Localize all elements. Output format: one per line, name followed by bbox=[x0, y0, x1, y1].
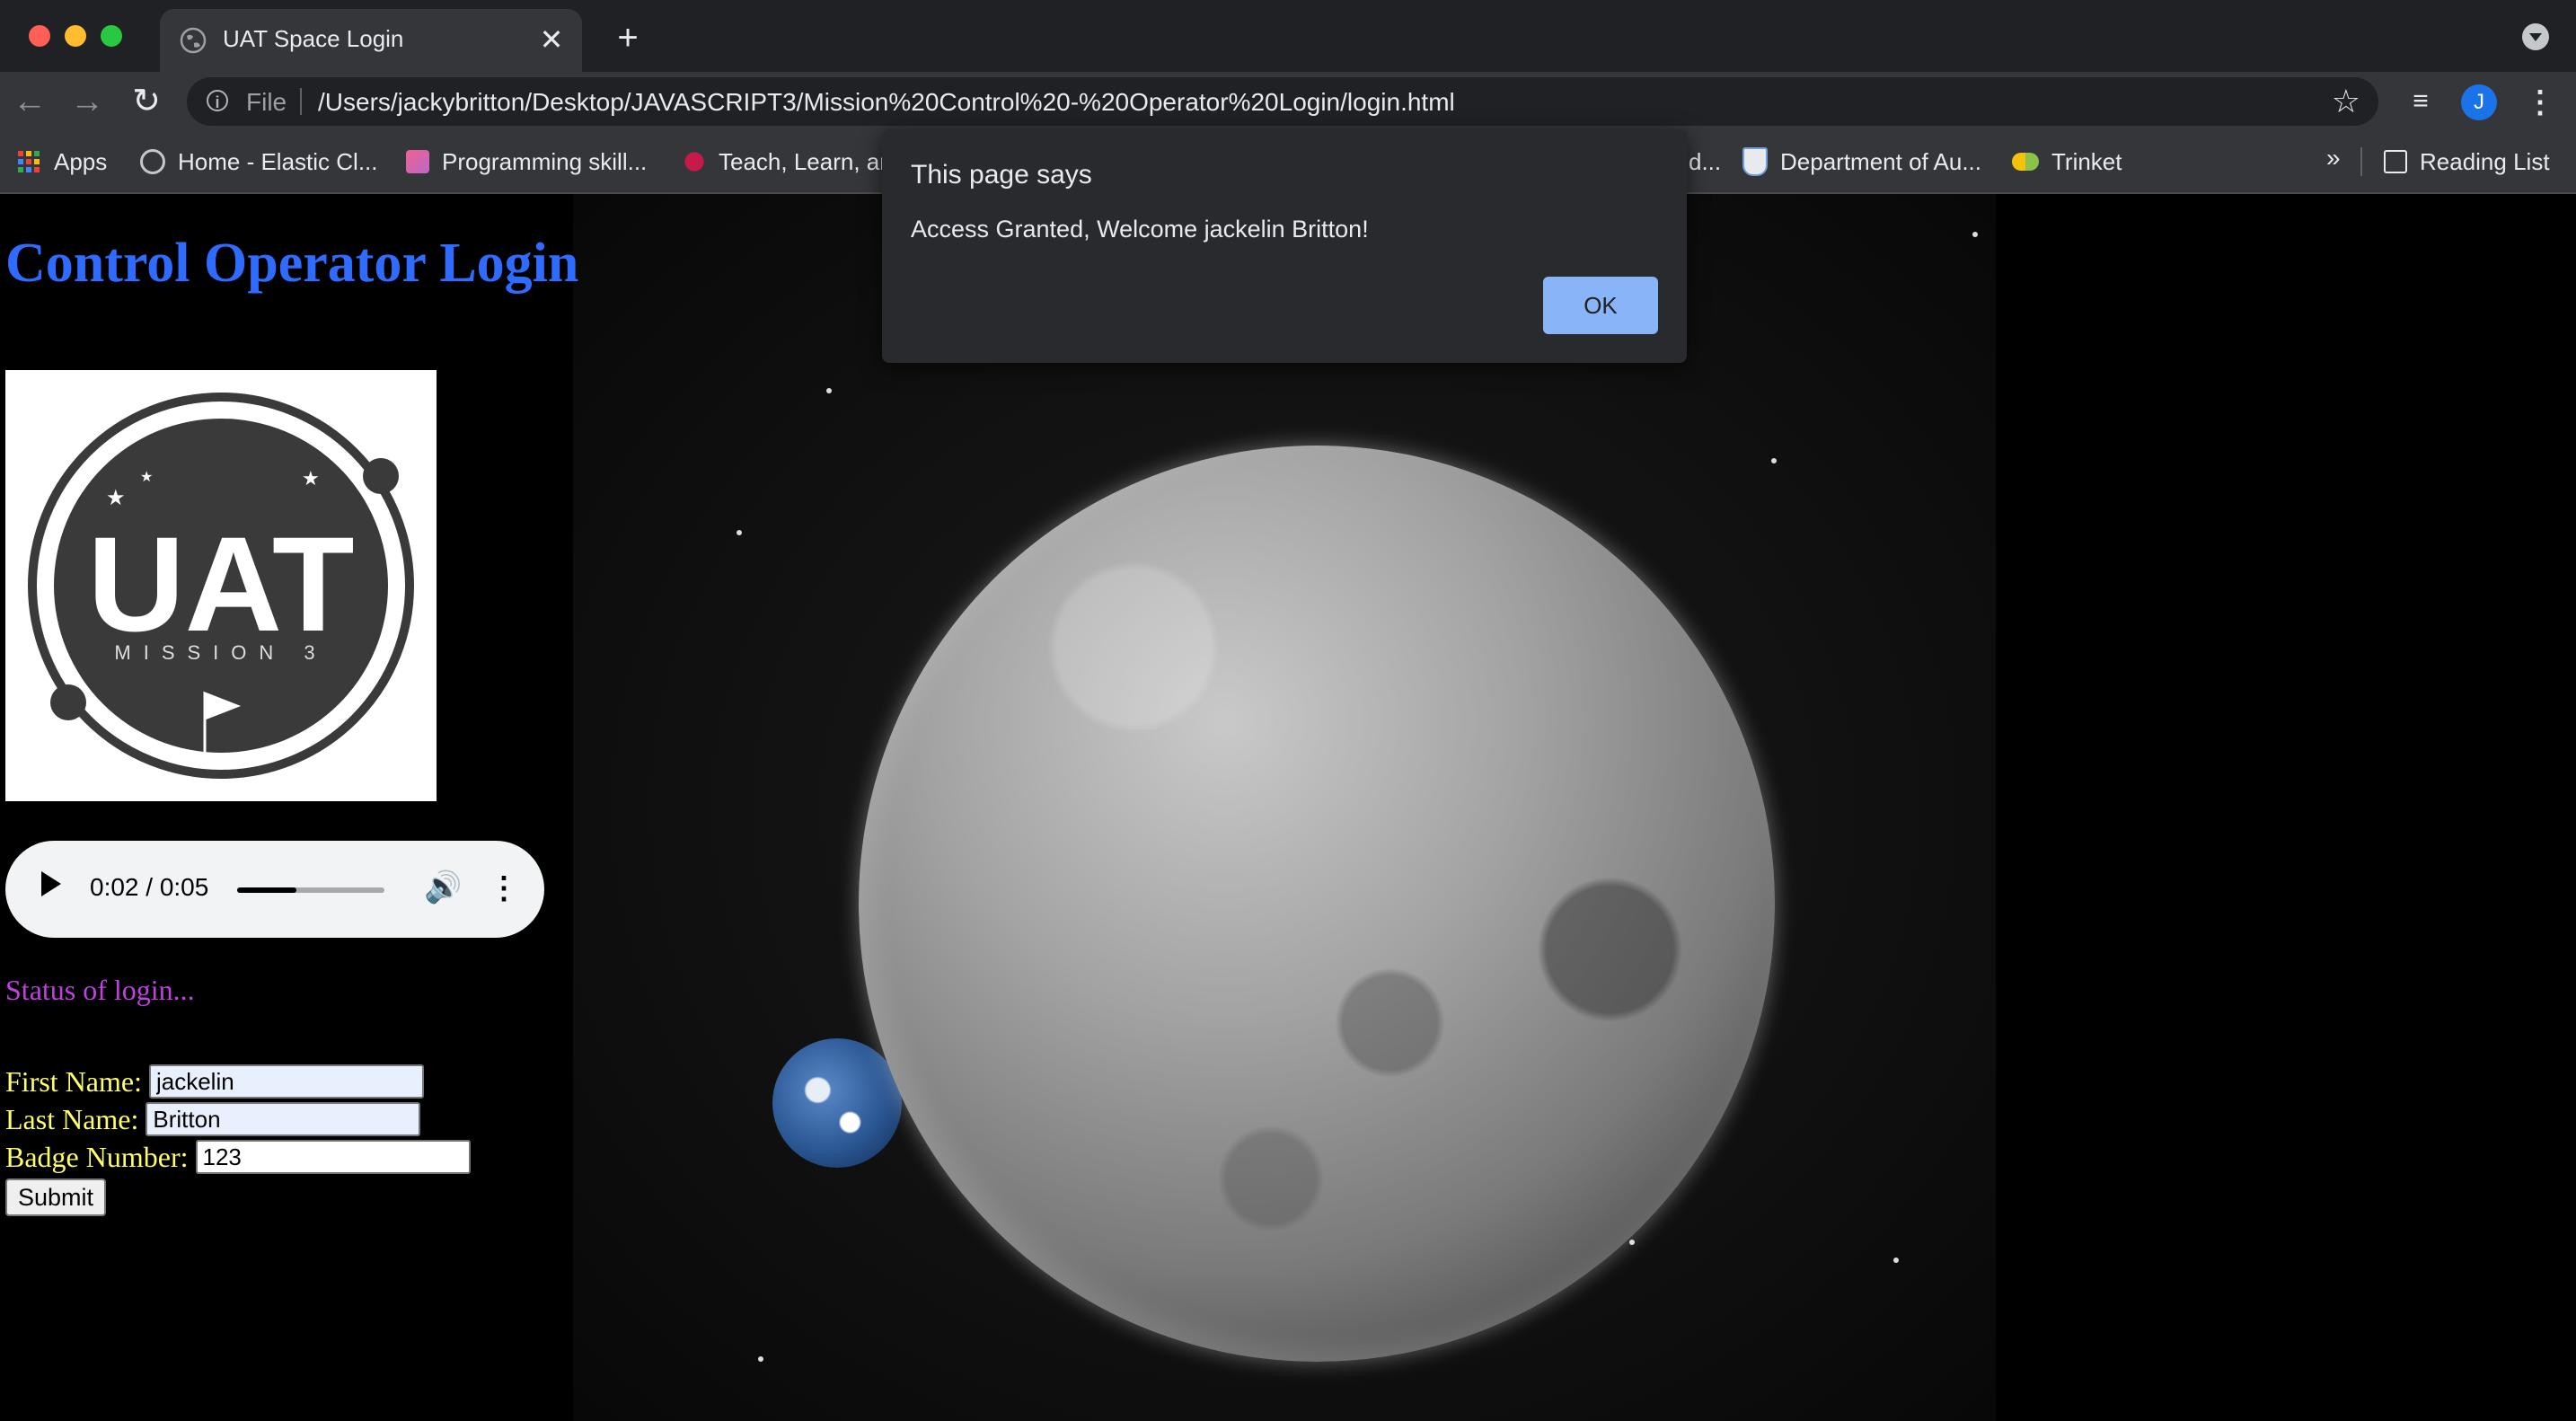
last-name-field[interactable] bbox=[146, 1102, 421, 1136]
reload-icon[interactable]: ↻ bbox=[124, 79, 169, 124]
star-dot bbox=[1972, 232, 1978, 237]
audio-progress-slider[interactable] bbox=[237, 887, 384, 893]
last-name-row: Last Name: bbox=[5, 1101, 421, 1137]
url-scheme: File bbox=[246, 88, 287, 116]
window-zoom-button[interactable] bbox=[101, 25, 122, 47]
window-minimize-button[interactable] bbox=[65, 25, 86, 47]
profile-avatar[interactable]: J bbox=[2461, 84, 2497, 120]
address-divider bbox=[300, 88, 302, 115]
tab-uat-space-login[interactable]: UAT Space Login ✕ bbox=[160, 9, 582, 72]
programming-icon bbox=[406, 150, 429, 173]
star-dot bbox=[1893, 1258, 1899, 1263]
browser-menu-icon[interactable]: ⋮ bbox=[2522, 83, 2558, 122]
audio-progress-fill bbox=[237, 887, 296, 893]
dialog-message: Access Granted, Welcome jackelin Britton… bbox=[911, 216, 1369, 243]
logo-text: UAT bbox=[87, 508, 354, 659]
audio-time: 0:02 / 0:05 bbox=[90, 873, 209, 901]
info-icon[interactable]: i bbox=[207, 90, 228, 111]
more-options-icon[interactable]: ⋮ bbox=[489, 868, 519, 909]
bookmark-apps[interactable]: Apps bbox=[18, 144, 107, 180]
star-dot bbox=[737, 530, 742, 535]
badge-number-label: Badge Number: bbox=[5, 1140, 189, 1173]
reading-list-label: Reading List bbox=[2420, 147, 2550, 175]
badge-number-field[interactable] bbox=[195, 1140, 471, 1174]
login-status: Status of login... bbox=[5, 974, 195, 1006]
bookmark-label: Home - Elastic Cl... bbox=[178, 147, 378, 175]
back-arrow-icon[interactable]: ← bbox=[7, 79, 52, 124]
first-name-field[interactable] bbox=[148, 1064, 424, 1099]
bookmark-label: d... bbox=[1689, 147, 1722, 175]
browser-toolbar: ← → ↻ i File /Users/jackybritton/Desktop… bbox=[0, 72, 2576, 131]
last-name-label: Last Name: bbox=[5, 1102, 139, 1135]
alert-dialog: This page says Access Granted, Welcome j… bbox=[882, 129, 1687, 363]
badge-number-row: Badge Number: bbox=[5, 1139, 471, 1175]
bookmark-label: Department of Au... bbox=[1780, 147, 1982, 175]
star-dot bbox=[1629, 1240, 1635, 1245]
window-close-button[interactable] bbox=[29, 25, 50, 47]
url-text[interactable]: /Users/jackybritton/Desktop/JAVASCRIPT3/… bbox=[318, 88, 1455, 117]
tab-title: UAT Space Login bbox=[223, 25, 404, 52]
uat-mission-logo: UAT MISSION 3 ★ ★ ★ bbox=[5, 370, 437, 801]
svg-text:★: ★ bbox=[106, 486, 126, 510]
first-name-label: First Name: bbox=[5, 1064, 142, 1098]
bookmarks-divider bbox=[2360, 147, 2362, 176]
forward-arrow-icon[interactable]: → bbox=[65, 79, 110, 124]
play-icon[interactable] bbox=[41, 871, 61, 896]
close-tab-icon[interactable]: ✕ bbox=[534, 22, 569, 57]
ok-button[interactable]: OK bbox=[1543, 277, 1658, 334]
mission-logo-graphic: UAT MISSION 3 ★ ★ ★ bbox=[28, 393, 414, 779]
bookmarks-overflow-icon[interactable]: » bbox=[2326, 144, 2341, 172]
bookmark-department[interactable]: Department of Au... bbox=[1742, 144, 1981, 180]
bookmark-programming[interactable]: Programming skill... bbox=[406, 144, 647, 180]
trinket-icon bbox=[2012, 153, 2039, 171]
bookmark-label: Trinket bbox=[2051, 147, 2122, 175]
star-dot bbox=[758, 1356, 763, 1362]
audio-player: 0:02 / 0:05 🔊 ⋮ bbox=[5, 841, 544, 938]
moon-image bbox=[859, 446, 1775, 1362]
bookmark-star-icon[interactable]: ☆ bbox=[2332, 83, 2360, 120]
page-viewport: Control Operator Login UAT MISSION 3 ★ ★… bbox=[0, 194, 2576, 1421]
raspberry-icon bbox=[683, 150, 706, 173]
bookmark-trinket[interactable]: Trinket bbox=[2012, 144, 2122, 180]
dialog-title: This page says bbox=[911, 160, 1092, 190]
new-tab-button[interactable]: + bbox=[607, 18, 648, 59]
tab-search-icon[interactable] bbox=[2522, 23, 2549, 50]
svg-text:★: ★ bbox=[140, 470, 153, 485]
bookmark-label: Apps bbox=[54, 147, 108, 175]
page-title: Control Operator Login bbox=[5, 233, 579, 294]
space-background bbox=[573, 194, 1996, 1421]
apps-grid-icon bbox=[18, 151, 40, 172]
media-queue-icon[interactable]: ≡ bbox=[2405, 86, 2436, 117]
globe-icon bbox=[180, 27, 207, 54]
tab-strip: UAT Space Login ✕ + bbox=[0, 0, 2576, 72]
first-name-row: First Name: bbox=[5, 1064, 424, 1099]
bookmark-elastic[interactable]: Home - Elastic Cl... bbox=[140, 144, 378, 180]
star-dot bbox=[1771, 458, 1777, 463]
bookmark-label: Teach, Learn, ar bbox=[719, 147, 887, 175]
reading-list-button[interactable]: Reading List bbox=[2384, 144, 2550, 180]
star-dot bbox=[826, 388, 832, 393]
logo-subtitle: MISSION 3 bbox=[114, 641, 327, 664]
reading-list-icon bbox=[2384, 150, 2407, 173]
svg-text:★: ★ bbox=[302, 467, 320, 490]
bookmark-truncated[interactable]: d... bbox=[1689, 144, 1721, 180]
bookmark-label: Programming skill... bbox=[442, 147, 648, 175]
bookmark-raspberry[interactable]: Teach, Learn, ar bbox=[683, 144, 887, 180]
elastic-icon bbox=[140, 149, 165, 174]
earth-image bbox=[772, 1038, 902, 1168]
address-bar[interactable]: i File /Users/jackybritton/Desktop/JAVAS… bbox=[187, 77, 2378, 126]
volume-icon[interactable]: 🔊 bbox=[424, 869, 462, 905]
shield-icon bbox=[1742, 147, 1768, 176]
submit-button[interactable]: Submit bbox=[5, 1178, 107, 1216]
